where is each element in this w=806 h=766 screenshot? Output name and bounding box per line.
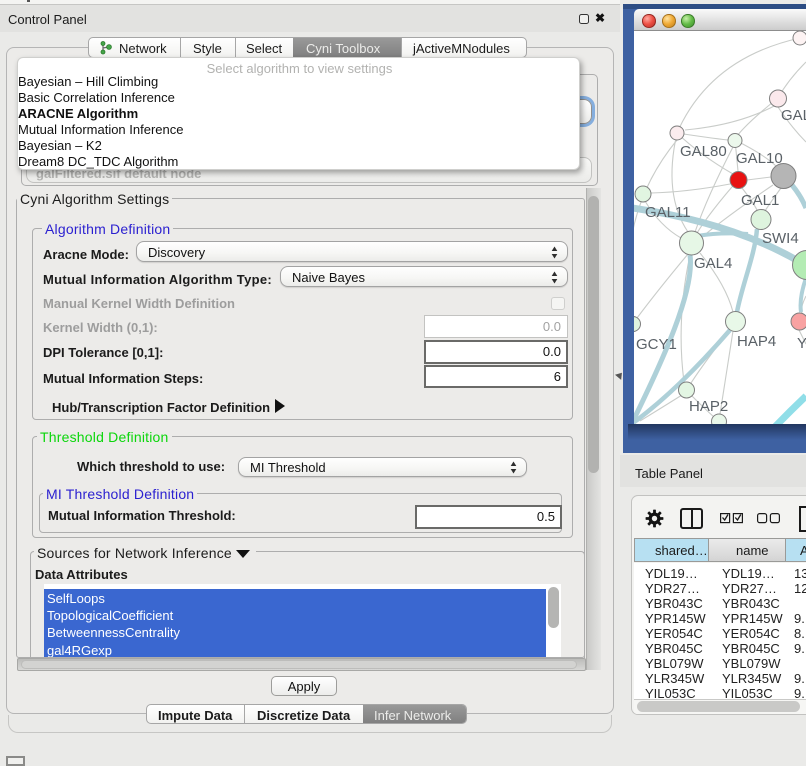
svg-text:GAL80: GAL80	[680, 143, 727, 160]
svg-text:SWI4: SWI4	[762, 230, 799, 247]
svg-text:HAP2: HAP2	[689, 398, 728, 415]
svg-text:GCY1: GCY1	[636, 336, 677, 353]
svg-text:HAP4: HAP4	[737, 333, 776, 350]
svg-text:GAL: GAL	[781, 107, 806, 124]
svg-text:GAL11: GAL11	[645, 204, 691, 221]
svg-text:GAL10: GAL10	[736, 150, 783, 167]
svg-text:Y: Y	[797, 335, 806, 352]
svg-text:GAL1: GAL1	[741, 192, 779, 209]
svg-text:GAL4: GAL4	[694, 255, 732, 272]
